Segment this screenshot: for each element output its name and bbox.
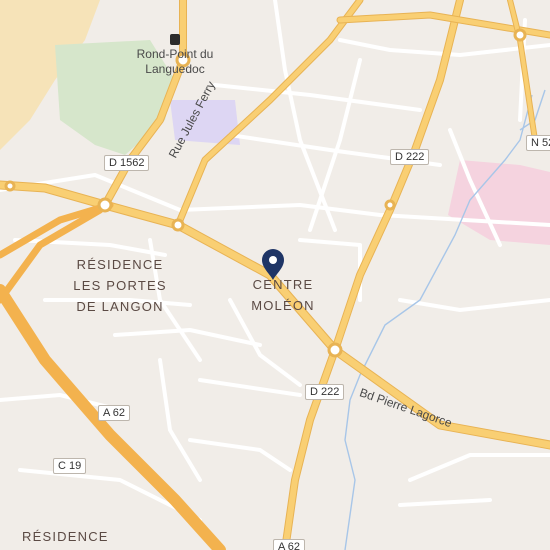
road-shield-a62-bottom: A 62	[273, 539, 306, 550]
road-shield-d222-mid: D 222	[305, 384, 345, 400]
place-label-residence-les-portes: RÉSIDENCE LES PORTES DE LANGON	[73, 257, 167, 314]
road-shield-a62-mid: A 62	[98, 405, 131, 421]
bus-icon	[170, 34, 180, 46]
road-shield-n52: N 52	[526, 135, 550, 151]
map-canvas[interactable]: RÉSIDENCE LES PORTES DE LANGON CENTRE MO…	[0, 0, 550, 550]
road-shield-d1562: D 1562	[104, 155, 150, 171]
place-label-centre-moleon: CENTRE MOLÉON	[251, 277, 315, 313]
road-shield-d222-top: D 222	[390, 149, 430, 165]
bus-stop-label[interactable]: Rond-Point du Languedoc	[125, 32, 225, 77]
place-label-residence-bottom: RÉSIDENCE	[22, 529, 109, 544]
hospital-area	[448, 160, 550, 245]
road-shield-c19: C 19	[53, 458, 87, 474]
waterways	[344, 89, 546, 550]
